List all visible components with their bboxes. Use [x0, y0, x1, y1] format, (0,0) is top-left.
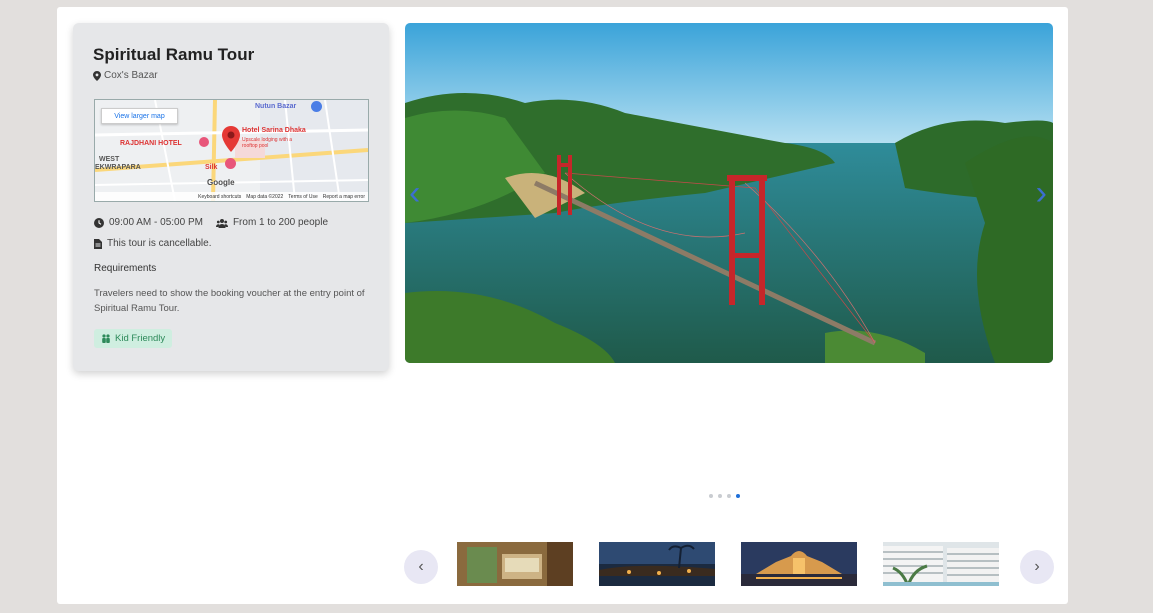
thumbnail-3-image — [741, 542, 857, 586]
tour-title: Spiritual Ramu Tour — [93, 45, 255, 64]
users-icon — [215, 218, 228, 228]
badge-label: Kid Friendly — [115, 333, 166, 344]
thumbnail-1[interactable] — [457, 542, 573, 586]
child-icon — [102, 334, 110, 343]
carousel-dot-3[interactable] — [727, 494, 731, 498]
cancel-row: This tour is cancellable. — [94, 238, 212, 249]
tour-info-card: Spiritual Ramu Tour Cox's Bazar View lar… — [73, 23, 389, 371]
hero-prev-button[interactable]: ‹ — [409, 173, 431, 213]
hero-next-button[interactable]: › — [1025, 173, 1047, 213]
thumbnail-2-image — [599, 542, 715, 586]
view-larger-map-link[interactable]: View larger map — [101, 108, 178, 124]
thumbnail-4-image — [883, 542, 999, 586]
map-label-ekwrapara: EKWRAPARA — [95, 164, 141, 171]
map-footer-shortcuts[interactable]: Keyboard shortcuts — [198, 194, 241, 200]
thumbnail-1-image — [457, 542, 573, 586]
carousel-dot-1[interactable] — [709, 494, 713, 498]
map-footer-data: Map data ©2022 — [246, 193, 284, 200]
map-label-rajdhani: RAJDHANI HOTEL — [120, 140, 182, 147]
map-footer-terms[interactable]: Terms of Use — [288, 194, 317, 200]
requirements-heading: Requirements — [94, 263, 157, 274]
tour-location: Cox's Bazar — [93, 70, 158, 81]
google-logo: Google — [207, 178, 235, 187]
requirements-text: Travelers need to show the booking vouch… — [94, 288, 365, 314]
hotel-pin-icon — [199, 137, 209, 147]
hero-image-carousel[interactable]: ‹ › — [405, 23, 1053, 363]
map-label-silk: Silk — [205, 164, 218, 171]
carousel-dot-4[interactable] — [736, 494, 740, 498]
map-footer-report[interactable]: Report a map error — [323, 194, 365, 200]
thumbnail-2[interactable] — [599, 542, 715, 586]
tour-time: 09:00 AM - 05:00 PM — [109, 217, 203, 228]
carousel-dots — [709, 494, 740, 498]
location-text: Cox's Bazar — [104, 70, 158, 81]
hero-image — [405, 23, 1053, 363]
map-pin-icon — [93, 70, 101, 81]
map-label-west: WEST — [99, 156, 120, 163]
tour-group-size: From 1 to 200 people — [232, 217, 329, 228]
document-icon — [94, 238, 102, 249]
map-pin-blue-icon — [311, 101, 322, 112]
embedded-map[interactable]: View larger map Nutun Bazar RAJDHANI HOT… — [94, 99, 369, 202]
map-marker-icon — [222, 126, 240, 152]
tour-page: Spiritual Ramu Tour Cox's Bazar View lar… — [57, 7, 1068, 604]
map-label-hotel-sub: Upscale lodging with a rooftop pool — [242, 137, 293, 149]
time-group-row: 09:00 AM - 05:00 PM From 1 to 200 people — [94, 217, 328, 228]
thumbnail-3[interactable] — [741, 542, 857, 586]
cancel-policy: This tour is cancellable. — [107, 238, 212, 249]
silk-pin-icon — [225, 158, 236, 169]
thumbnail-4[interactable] — [883, 542, 999, 586]
map-label-nutan-bazar: Nutun Bazar — [255, 103, 297, 110]
thumbnail-prev-button[interactable]: ‹ — [404, 550, 438, 584]
clock-icon — [94, 217, 104, 228]
carousel-dot-2[interactable] — [718, 494, 722, 498]
kid-friendly-badge: Kid Friendly — [94, 329, 173, 348]
thumbnail-next-button[interactable]: › — [1020, 550, 1054, 584]
map-label-hotel-sarina: Hotel Sarina Dhaka — [242, 127, 306, 134]
map-footer: Keyboard shortcuts Map data ©2022 Terms … — [95, 192, 368, 201]
